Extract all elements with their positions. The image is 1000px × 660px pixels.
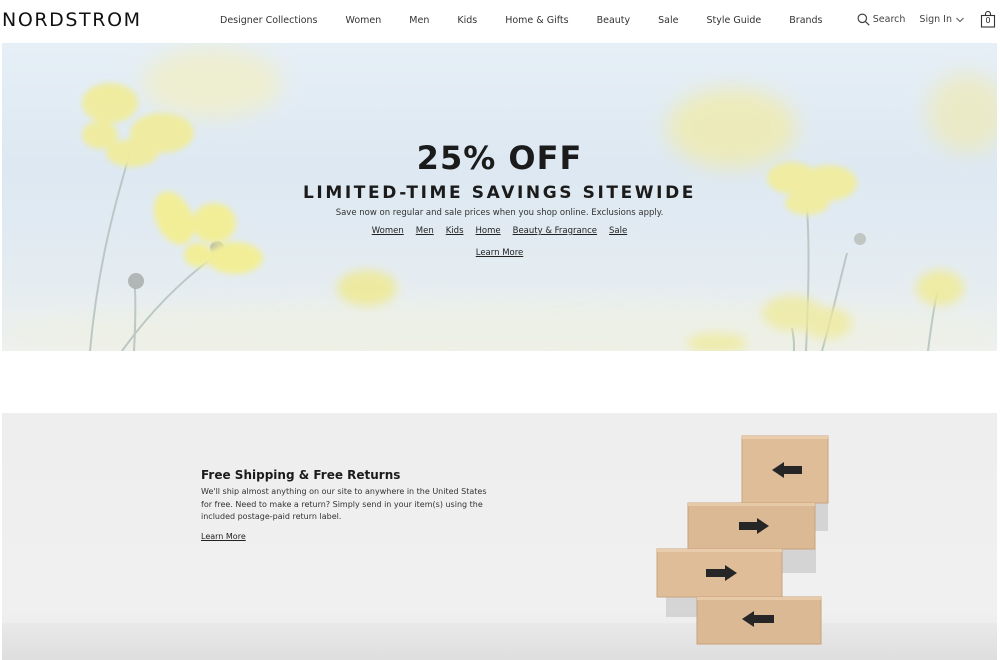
nav-women[interactable]: Women [346, 15, 382, 26]
bag-count: 0 [985, 16, 991, 25]
sign-in-label: Sign In [919, 14, 952, 25]
header-utilities: Search Sign In 0 [843, 10, 996, 28]
hero-banner: 25% OFF LIMITED-TIME SAVINGS SITEWIDE Sa… [2, 43, 997, 351]
search-icon [857, 13, 870, 26]
hero-link-kids[interactable]: Kids [446, 226, 464, 236]
hero-content: 25% OFF LIMITED-TIME SAVINGS SITEWIDE Sa… [2, 138, 997, 259]
hero-link-men[interactable]: Men [416, 226, 434, 236]
nav-brands[interactable]: Brands [789, 15, 822, 26]
nav-kids[interactable]: Kids [457, 15, 477, 26]
shopping-bag-button[interactable]: 0 [980, 10, 996, 28]
hero-link-beauty-fragrance[interactable]: Beauty & Fragrance [513, 226, 597, 236]
main-nav: Designer Collections Women Men Kids Home… [220, 15, 851, 26]
sign-in-button[interactable]: Sign In [919, 14, 968, 25]
box-third [656, 548, 783, 598]
chevron-down-icon [956, 17, 964, 22]
nav-style-guide[interactable]: Style Guide [706, 15, 761, 26]
hero-subtitle: LIMITED-TIME SAVINGS SITEWIDE [302, 183, 696, 203]
box-bottom [696, 596, 822, 645]
nav-sale[interactable]: Sale [658, 15, 678, 26]
stacked-boxes-image [656, 435, 829, 645]
site-header: NORDSTROM Designer Collections Women Men… [0, 0, 1000, 43]
nav-beauty[interactable]: Beauty [597, 15, 631, 26]
hero-learn-more-link[interactable]: Learn More [476, 248, 524, 258]
hero-category-links: Women Men Kids Home Beauty & Fragrance S… [2, 226, 997, 236]
hero-link-home[interactable]: Home [476, 226, 501, 236]
free-shipping-promo: Free Shipping & Free Returns We'll ship … [2, 413, 997, 660]
nordstrom-logo[interactable]: NORDSTROM [2, 9, 142, 31]
search-label: Search [872, 14, 906, 25]
hero-title: 25% OFF [416, 139, 583, 177]
nav-home-gifts[interactable]: Home & Gifts [505, 15, 568, 26]
nav-men[interactable]: Men [409, 15, 429, 26]
hero-link-sale[interactable]: Sale [609, 226, 627, 236]
search-button[interactable]: Search [857, 13, 906, 26]
nav-designer-collections[interactable]: Designer Collections [220, 15, 318, 26]
hero-link-women[interactable]: Women [372, 226, 404, 236]
box-top [741, 435, 829, 504]
box-second [687, 502, 816, 550]
hero-description: Save now on regular and sale prices when… [335, 208, 664, 218]
